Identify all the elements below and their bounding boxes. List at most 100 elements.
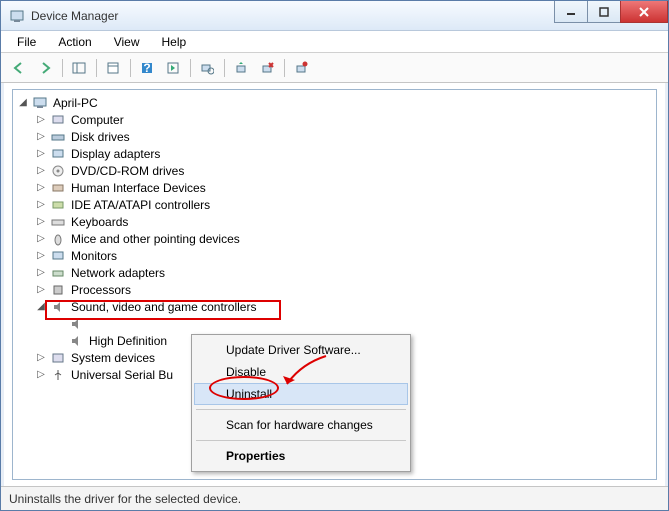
ctx-scan-hardware[interactable]: Scan for hardware changes — [194, 414, 408, 436]
tree-item-processors[interactable]: ▷ Processors — [17, 281, 656, 298]
expand-icon[interactable]: ▷ — [35, 165, 47, 176]
menu-file[interactable]: File — [7, 33, 46, 51]
tree-label: DVD/CD-ROM drives — [69, 164, 186, 178]
sound-icon — [50, 299, 66, 315]
status-text: Uninstalls the driver for the selected d… — [9, 492, 241, 506]
disable-button[interactable] — [289, 56, 313, 80]
maximize-button[interactable] — [587, 1, 621, 23]
scan-hardware-button[interactable] — [195, 56, 219, 80]
device-tree[interactable]: ◢ April-PC ▷ Computer ▷ Disk drives ▷ Displ… — [12, 89, 657, 480]
action-button[interactable] — [161, 56, 185, 80]
expand-icon[interactable]: ▷ — [35, 284, 47, 295]
forward-button[interactable] — [33, 56, 57, 80]
mouse-icon — [50, 231, 66, 247]
window-controls — [555, 1, 668, 30]
tree-label: Display adapters — [69, 147, 162, 161]
system-icon — [50, 350, 66, 366]
statusbar: Uninstalls the driver for the selected d… — [1, 486, 668, 510]
tree-label: Monitors — [69, 249, 119, 263]
tree-item-network[interactable]: ▷ Network adapters — [17, 264, 656, 281]
window-title: Device Manager — [31, 9, 555, 23]
expand-icon[interactable]: ▷ — [35, 131, 47, 142]
toolbar-separator — [59, 56, 65, 80]
disk-icon — [50, 129, 66, 145]
ctx-separator — [196, 409, 406, 410]
expand-icon[interactable]: ▷ — [35, 114, 47, 125]
tree-item-mice[interactable]: ▷ Mice and other pointing devices — [17, 230, 656, 247]
tree-root-label: April-PC — [51, 96, 100, 110]
tree-item-hid[interactable]: ▷ Human Interface Devices — [17, 179, 656, 196]
uninstall-button[interactable] — [255, 56, 279, 80]
ctx-update-driver[interactable]: Update Driver Software... — [194, 339, 408, 361]
context-menu: Update Driver Software... Disable Uninst… — [191, 334, 411, 472]
update-driver-button[interactable] — [229, 56, 253, 80]
ctx-uninstall[interactable]: Uninstall — [194, 383, 408, 405]
ctx-properties[interactable]: Properties — [194, 445, 408, 467]
dvd-icon — [50, 163, 66, 179]
tree-label: Keyboards — [69, 215, 130, 229]
tree-label: Sound, video and game controllers — [69, 300, 258, 314]
tree-item-disk-drives[interactable]: ▷ Disk drives — [17, 128, 656, 145]
tree-item-sound[interactable]: ◢ Sound, video and game controllers — [17, 298, 656, 315]
usb-icon — [50, 367, 66, 383]
expand-icon[interactable]: ▷ — [35, 369, 47, 380]
tree-label: Human Interface Devices — [69, 181, 208, 195]
tree-label: Network adapters — [69, 266, 167, 280]
tree-label: Computer — [69, 113, 126, 127]
network-icon — [50, 265, 66, 281]
expand-icon[interactable]: ▷ — [35, 148, 47, 159]
computer-icon — [32, 95, 48, 111]
tree-label: Mice and other pointing devices — [69, 232, 242, 246]
minimize-button[interactable] — [554, 1, 588, 23]
audio-device-icon — [68, 333, 84, 349]
collapse-icon[interactable]: ◢ — [17, 97, 29, 108]
svg-text:?: ? — [143, 61, 150, 75]
expand-icon[interactable]: ▷ — [35, 199, 47, 210]
computer-node-icon — [50, 112, 66, 128]
help-button[interactable]: ? — [135, 56, 159, 80]
monitor-icon — [50, 248, 66, 264]
tree-item-computer[interactable]: ▷ Computer — [17, 111, 656, 128]
toolbar-separator — [187, 56, 193, 80]
ctx-disable[interactable]: Disable — [194, 361, 408, 383]
toolbar-separator — [281, 56, 287, 80]
tree-label: Universal Serial Bu — [69, 368, 175, 382]
tree-item-ide[interactable]: ▷IDE ATA/ATAPI controllers — [17, 196, 656, 213]
back-button[interactable] — [7, 56, 31, 80]
tree-item-dvd[interactable]: ▷ DVD/CD-ROM drives — [17, 162, 656, 179]
expand-icon[interactable]: ▷ — [35, 233, 47, 244]
tree-label: Processors — [69, 283, 133, 297]
expand-icon[interactable]: ▷ — [35, 182, 47, 193]
menu-help[interactable]: Help — [152, 33, 197, 51]
collapse-icon[interactable]: ◢ — [35, 301, 47, 312]
toolbar-separator — [93, 56, 99, 80]
device-manager-window: Device Manager File Action View Help ? — [0, 0, 669, 511]
tree-item-display-adapters[interactable]: ▷ Display adapters — [17, 145, 656, 162]
toolbar-separator — [221, 56, 227, 80]
tree-root[interactable]: ◢ April-PC — [17, 94, 656, 111]
app-icon — [9, 8, 25, 24]
toolbar: ? — [1, 53, 668, 83]
menu-action[interactable]: Action — [48, 33, 101, 51]
menubar: File Action View Help — [1, 31, 668, 53]
menu-view[interactable]: View — [104, 33, 150, 51]
tree-item-sound-child-0[interactable]: ▷ — [17, 315, 656, 332]
close-button[interactable] — [620, 1, 668, 23]
tree-item-keyboards[interactable]: ▷ Keyboards — [17, 213, 656, 230]
client-area: ◢ April-PC ▷ Computer ▷ Disk drives ▷ Displ… — [1, 83, 668, 486]
show-hide-tree-button[interactable] — [67, 56, 91, 80]
expand-icon[interactable]: ▷ — [35, 250, 47, 261]
display-icon — [50, 146, 66, 162]
titlebar: Device Manager — [1, 1, 668, 31]
expand-icon[interactable]: ▷ — [35, 216, 47, 227]
expand-icon[interactable]: ▷ — [35, 352, 47, 363]
ctx-separator — [196, 440, 406, 441]
properties-button[interactable] — [101, 56, 125, 80]
toolbar-separator — [127, 56, 133, 80]
tree-item-monitors[interactable]: ▷ Monitors — [17, 247, 656, 264]
audio-device-icon — [68, 316, 84, 332]
tree-label: System devices — [69, 351, 157, 365]
expand-icon[interactable]: ▷ — [35, 267, 47, 278]
tree-label: Disk drives — [69, 130, 132, 144]
ide-icon — [50, 197, 66, 213]
